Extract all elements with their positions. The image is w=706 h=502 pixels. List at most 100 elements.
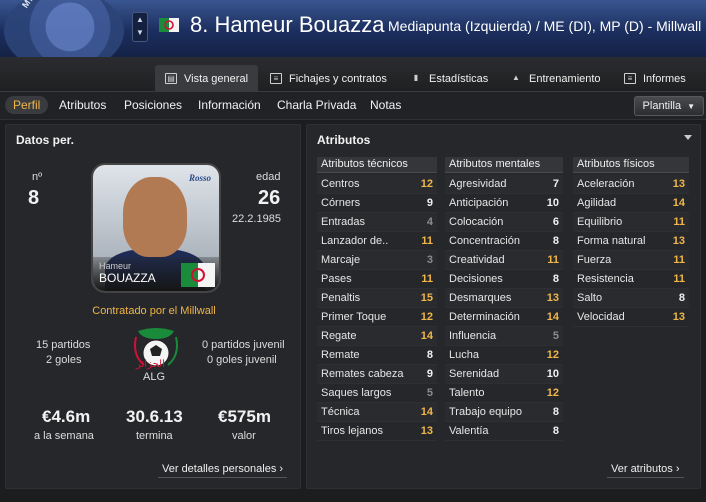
chevron-up-icon[interactable]: ▲ bbox=[133, 13, 147, 26]
attribute-value: 10 bbox=[546, 368, 559, 380]
attribute-name: Concentración bbox=[449, 235, 520, 247]
view-attributes-button[interactable]: Ver atributos › bbox=[607, 461, 684, 478]
attribute-value: 11 bbox=[421, 235, 433, 247]
chevron-down-icon[interactable]: ▼ bbox=[133, 26, 147, 39]
attribute-value: 9 bbox=[426, 368, 433, 380]
attribute-name: Aceleración bbox=[577, 178, 635, 190]
tab-label: Vista general bbox=[184, 72, 249, 85]
attribute-row: Fuerza 11 bbox=[573, 251, 689, 270]
attribute-row: Primer Toque 12 bbox=[317, 308, 437, 327]
attribute-row: Salto 8 bbox=[573, 289, 689, 308]
value-amount: €575m bbox=[218, 407, 271, 426]
attribute-row: Marcaje 3 bbox=[317, 251, 437, 270]
attribute-name: Influencia bbox=[449, 330, 497, 342]
attribute-row: Influencia 5 bbox=[445, 327, 563, 346]
attribute-row: Córners 9 bbox=[317, 194, 437, 213]
subnav-perfil[interactable]: Perfil bbox=[5, 96, 49, 114]
attribute-value: 13 bbox=[420, 425, 433, 437]
attribute-value: 12 bbox=[546, 387, 559, 399]
attribute-name: Lanzador de.. bbox=[321, 235, 389, 247]
technical-attributes-header: Atributos técnicos bbox=[317, 157, 437, 173]
attribute-name: Serenidad bbox=[449, 368, 500, 380]
attribute-name: Velocidad bbox=[577, 311, 625, 323]
attribute-row: Agilidad 14 bbox=[573, 194, 689, 213]
attribute-row: Forma natural 13 bbox=[573, 232, 689, 251]
attribute-name: Valentía bbox=[449, 425, 489, 437]
attribute-row: Remate 8 bbox=[317, 346, 437, 365]
subnav-posiciones[interactable]: Posiciones bbox=[124, 98, 182, 112]
attribute-value: 13 bbox=[672, 178, 685, 190]
profile-sub-navigation: Perfil Atributos Posiciones Información … bbox=[0, 92, 706, 120]
tab-vista-general[interactable]: ▤ Vista general bbox=[155, 65, 259, 92]
panel-title: Atributos bbox=[317, 133, 371, 147]
attribute-row: Velocidad 13 bbox=[573, 308, 689, 327]
attribute-value: 3 bbox=[426, 254, 433, 266]
attribute-name: Agilidad bbox=[577, 197, 617, 209]
photo-first-name: Hameur bbox=[99, 261, 132, 271]
attribute-value: 13 bbox=[546, 292, 559, 304]
attribute-row: Trabajo equipo 8 bbox=[445, 403, 563, 422]
nationality-code: ALG bbox=[143, 371, 166, 383]
attribute-name: Fuerza bbox=[577, 254, 612, 266]
tab-label: Entrenamiento bbox=[529, 72, 601, 85]
subnav-atributos[interactable]: Atributos bbox=[59, 98, 106, 112]
attribute-name: Remate bbox=[321, 349, 360, 361]
view-personal-details-button[interactable]: Ver detalles personales › bbox=[158, 461, 288, 478]
attribute-name: Primer Toque bbox=[321, 311, 387, 323]
bar-chart-icon: ▮ bbox=[413, 73, 419, 82]
algeria-flag-icon bbox=[159, 18, 179, 32]
attribute-name: Salto bbox=[577, 292, 603, 304]
attribute-value: 8 bbox=[552, 235, 559, 247]
nationality-arabic: الجزائر bbox=[136, 359, 165, 370]
attribute-name: Lucha bbox=[449, 349, 479, 361]
attribute-name: Entradas bbox=[321, 216, 366, 228]
attribute-name: Equilibrio bbox=[577, 216, 623, 228]
attribute-value: 12 bbox=[546, 349, 559, 361]
attribute-value: 13 bbox=[672, 235, 685, 247]
physical-attributes-column: Atributos físicos Aceleración 13 Agilidad 1… bbox=[573, 157, 689, 327]
youth-matches-count: 0 partidos juvenil bbox=[202, 339, 285, 351]
tab-fichajes-contratos[interactable]: ≡ Fichajes y contratos bbox=[260, 65, 397, 92]
profile-card-icon: ▤ bbox=[165, 73, 177, 84]
attribute-value: 5 bbox=[552, 330, 559, 342]
cone-icon: ▲ bbox=[512, 73, 520, 82]
attribute-name: Resistencia bbox=[577, 273, 634, 285]
contract-club-link[interactable]: Contratado por el Millwall bbox=[6, 305, 302, 317]
attribute-row: Regate 14 bbox=[317, 327, 437, 346]
algeria-flag-icon bbox=[181, 263, 215, 287]
attribute-value: 11 bbox=[673, 216, 685, 228]
tab-informes[interactable]: ≡ Informes bbox=[614, 65, 696, 92]
attribute-row: Concentración 8 bbox=[445, 232, 563, 251]
goals-count: 2 goles bbox=[46, 354, 82, 366]
subnav-charla-privada[interactable]: Charla Privada bbox=[277, 98, 356, 112]
panel-title: Datos per. bbox=[16, 133, 75, 147]
technical-attributes-column: Atributos técnicos Centros 12 Córners 9 Entr… bbox=[317, 157, 437, 441]
chevron-down-icon: ▼ bbox=[687, 101, 695, 111]
attribute-name: Regate bbox=[321, 330, 357, 342]
tab-entrenamiento[interactable]: ▲ Entrenamiento bbox=[500, 65, 611, 92]
panel-options-dropdown-icon[interactable] bbox=[684, 135, 692, 140]
attribute-row: Equilibrio 11 bbox=[573, 213, 689, 232]
attribute-row: Desmarques 13 bbox=[445, 289, 563, 308]
tab-estadisticas[interactable]: ▮ Estadísticas bbox=[400, 65, 498, 92]
subnav-informacion[interactable]: Información bbox=[198, 98, 261, 112]
attribute-value: 10 bbox=[546, 197, 559, 209]
age-label: edad bbox=[256, 171, 281, 183]
contract-end-value: 30.6.13 bbox=[126, 407, 183, 426]
attribute-row: Serenidad 10 bbox=[445, 365, 563, 384]
plantilla-dropdown[interactable]: Plantilla ▼ bbox=[633, 96, 704, 116]
attribute-value: 8 bbox=[426, 349, 433, 361]
attribute-name: Saques largos bbox=[321, 387, 392, 399]
attribute-value: 8 bbox=[552, 406, 559, 418]
attribute-value: 7 bbox=[552, 178, 559, 190]
player-switch-stepper[interactable]: ▲ ▼ bbox=[132, 12, 148, 42]
attribute-row: Determinación 14 bbox=[445, 308, 563, 327]
wage-label: a la semana bbox=[34, 430, 94, 442]
attribute-row: Resistencia 11 bbox=[573, 270, 689, 289]
mental-attributes-header: Atributos mentales bbox=[445, 157, 563, 173]
attribute-row: Técnica 14 bbox=[317, 403, 437, 422]
subnav-notas[interactable]: Notas bbox=[370, 98, 401, 112]
attribute-value: 12 bbox=[420, 311, 433, 323]
attribute-name: Determinación bbox=[449, 311, 520, 323]
attribute-name: Pases bbox=[321, 273, 352, 285]
